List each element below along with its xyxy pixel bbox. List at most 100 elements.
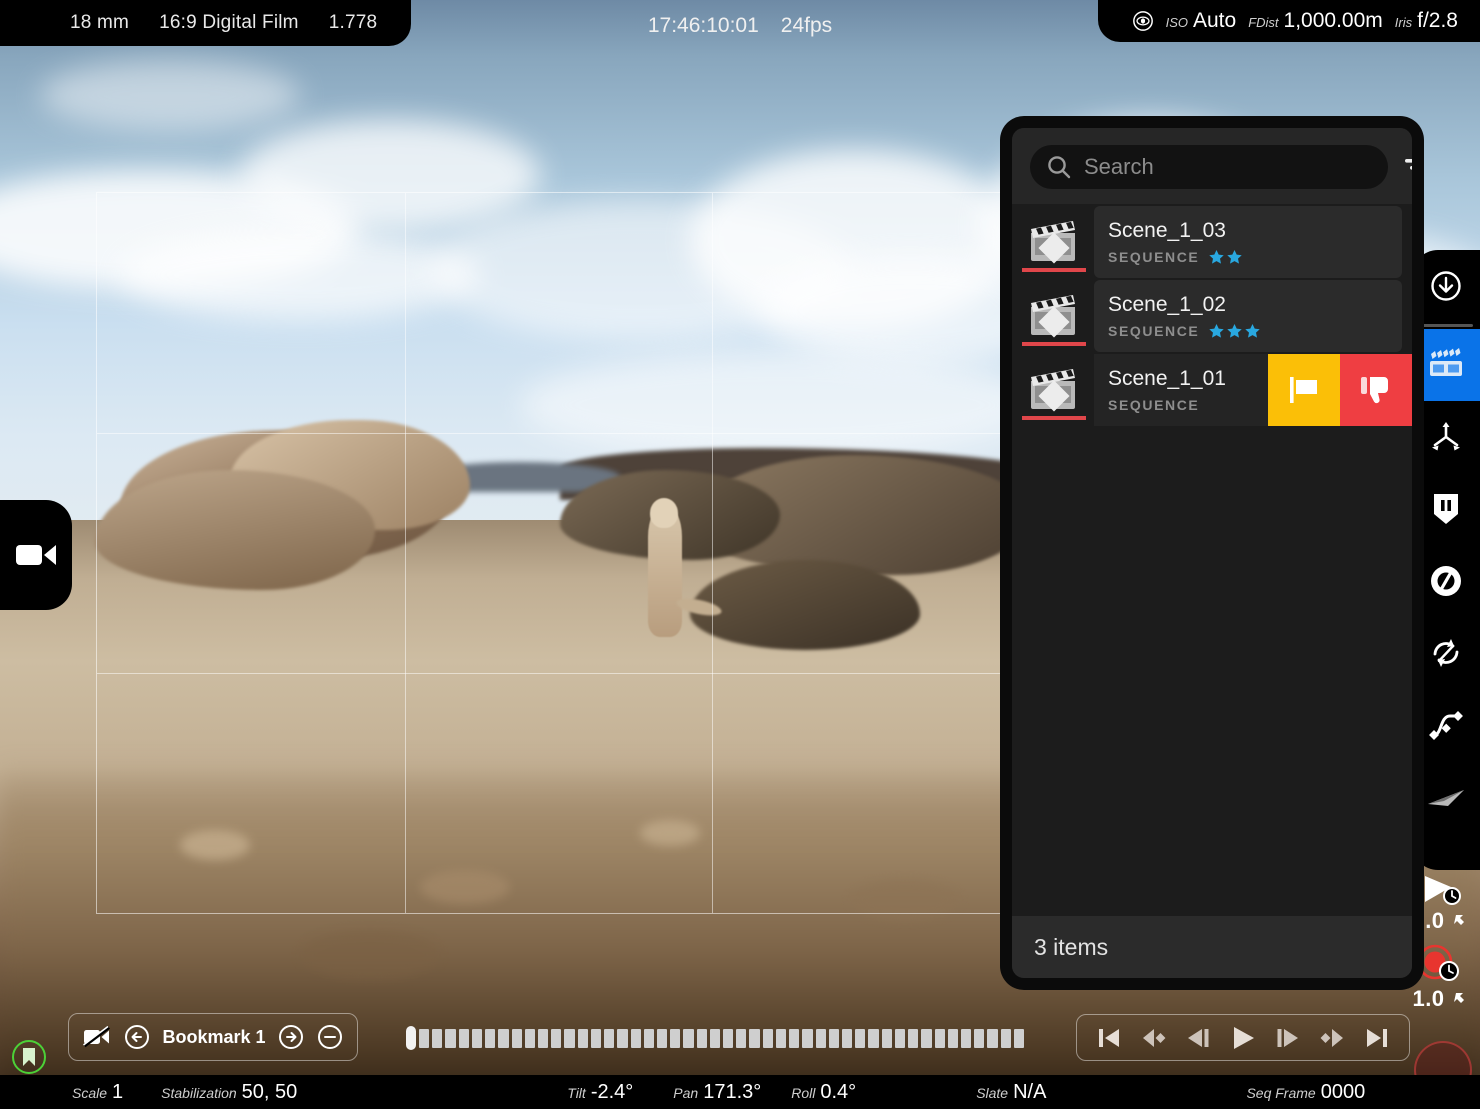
pan-value: 171.3°	[703, 1081, 761, 1104]
item-count-label: 3 items	[1034, 934, 1108, 961]
frame-tick	[485, 1029, 495, 1048]
pan-field: Pan 171.3°	[673, 1081, 761, 1104]
item-type: SEQUENCE	[1108, 397, 1199, 413]
item-body[interactable]: Scene_1_03 SEQUENCE	[1094, 206, 1402, 278]
search-icon	[1046, 154, 1072, 180]
roll-value: 0.4°	[820, 1081, 856, 1104]
item-thumbnail	[1022, 354, 1086, 426]
paper-plane-icon	[1426, 784, 1466, 810]
frame-tick	[855, 1029, 865, 1048]
frame-tick	[868, 1029, 878, 1048]
pebble	[850, 880, 960, 920]
skip-to-start-button[interactable]	[1094, 1025, 1124, 1051]
frame-tick	[987, 1029, 997, 1048]
frame-tick	[657, 1029, 667, 1048]
frame-tick	[763, 1029, 773, 1048]
list-item[interactable]: Scene_1_02 SEQUENCE	[1012, 280, 1412, 352]
item-meta: SEQUENCE	[1108, 323, 1402, 339]
dislike-button[interactable]	[1340, 354, 1412, 426]
item-thumbnail	[1022, 206, 1086, 278]
item-body[interactable]: Scene_1_01 SEQUENCE	[1094, 354, 1268, 426]
item-swipe-actions	[1268, 354, 1412, 426]
frame-tick	[631, 1029, 641, 1048]
bookmark-remove-button[interactable]	[317, 1024, 343, 1050]
iris-field: Iris f/2.8	[1395, 9, 1458, 33]
camera-tab-button[interactable]	[0, 500, 72, 610]
frame-tick	[644, 1029, 654, 1048]
item-body[interactable]: Scene_1_02 SEQUENCE	[1094, 280, 1402, 352]
search-box[interactable]	[1030, 145, 1388, 189]
resize-icon[interactable]	[1452, 990, 1470, 1008]
flag-icon	[1284, 372, 1324, 408]
media-browser-panel: Scene_1_03 SEQUENCE	[1000, 116, 1424, 990]
bookmark-next-button[interactable]	[278, 1024, 304, 1050]
frame-tick	[802, 1029, 812, 1048]
next-key-button[interactable]	[1317, 1025, 1347, 1051]
stabilization-value: 50, 50	[242, 1081, 298, 1104]
item-rating	[1208, 249, 1243, 265]
frame-tick	[816, 1029, 826, 1048]
play-button[interactable]	[1228, 1024, 1258, 1052]
tilt-label: Tilt	[567, 1085, 586, 1101]
seq-frame-value: 0000	[1321, 1081, 1366, 1104]
previous-key-button[interactable]	[1139, 1025, 1169, 1051]
search-input[interactable]	[1084, 154, 1372, 180]
playhead[interactable]	[406, 1026, 416, 1050]
frame-tick	[697, 1029, 707, 1048]
item-rating	[1208, 323, 1261, 339]
bookmark-fab-button[interactable]	[12, 1040, 46, 1074]
pebble	[420, 870, 510, 904]
fdist-label: FDist	[1248, 15, 1278, 30]
play-clock-icon[interactable]	[1419, 872, 1463, 906]
step-forward-button[interactable]	[1273, 1025, 1303, 1051]
frame-tick	[617, 1029, 627, 1048]
frame-tick	[419, 1029, 429, 1048]
stabilization-label: Stabilization	[161, 1085, 237, 1101]
iso-field: ISO Auto	[1166, 9, 1237, 33]
frame-tick	[723, 1029, 733, 1048]
status-bar: Scale 1 Stabilization 50, 50 Tilt -2.4° …	[0, 1075, 1480, 1109]
frame-tick	[776, 1029, 786, 1048]
refresh-cycle-icon	[1428, 635, 1464, 671]
item-type: SEQUENCE	[1108, 323, 1199, 339]
scale-field: Scale 1	[72, 1081, 123, 1104]
frame-tick	[789, 1029, 799, 1048]
media-list: Scene_1_03 SEQUENCE	[1012, 204, 1412, 916]
frame-tick	[445, 1029, 455, 1048]
no-entry-icon	[1428, 563, 1464, 599]
cloud	[240, 120, 540, 230]
list-item[interactable]: Scene_1_01 SEQUENCE	[1012, 354, 1412, 426]
step-back-button[interactable]	[1183, 1025, 1213, 1051]
tilt-field: Tilt -2.4°	[567, 1081, 633, 1104]
aspect-ratio-value: 1.778	[329, 12, 378, 34]
item-color-bar	[1022, 416, 1086, 420]
bookmark-icon	[21, 1047, 37, 1067]
frame-tick	[908, 1029, 918, 1048]
frame-tick	[551, 1029, 561, 1048]
axis-gizmo-icon	[1428, 419, 1464, 455]
timeline-scrubber[interactable]	[406, 1026, 1024, 1050]
pebble	[640, 820, 700, 846]
camera-off-icon[interactable]	[83, 1026, 111, 1048]
flag-button[interactable]	[1268, 354, 1340, 426]
frame-tick	[525, 1029, 535, 1048]
frame-tick	[512, 1029, 522, 1048]
list-item[interactable]: Scene_1_03 SEQUENCE	[1012, 206, 1412, 278]
frame-tick	[670, 1029, 680, 1048]
pan-label: Pan	[673, 1085, 698, 1101]
exposure-info-bar: ISO Auto FDist 1,000.00m Iris f/2.8	[1098, 0, 1480, 42]
frame-tick	[591, 1029, 601, 1048]
filter-button[interactable]	[1402, 148, 1412, 186]
resize-icon[interactable]	[1452, 912, 1470, 930]
bookmark-prev-button[interactable]	[124, 1024, 150, 1050]
iris-label: Iris	[1395, 15, 1412, 30]
scale-label: Scale	[72, 1085, 107, 1101]
cloud	[40, 60, 300, 130]
frame-tick	[935, 1029, 945, 1048]
frame-tick	[604, 1029, 614, 1048]
item-color-bar	[1022, 342, 1086, 346]
video-camera-icon	[15, 540, 57, 570]
skip-to-end-button[interactable]	[1362, 1025, 1392, 1051]
slate-label: Slate	[976, 1085, 1008, 1101]
frame-tick	[829, 1029, 839, 1048]
